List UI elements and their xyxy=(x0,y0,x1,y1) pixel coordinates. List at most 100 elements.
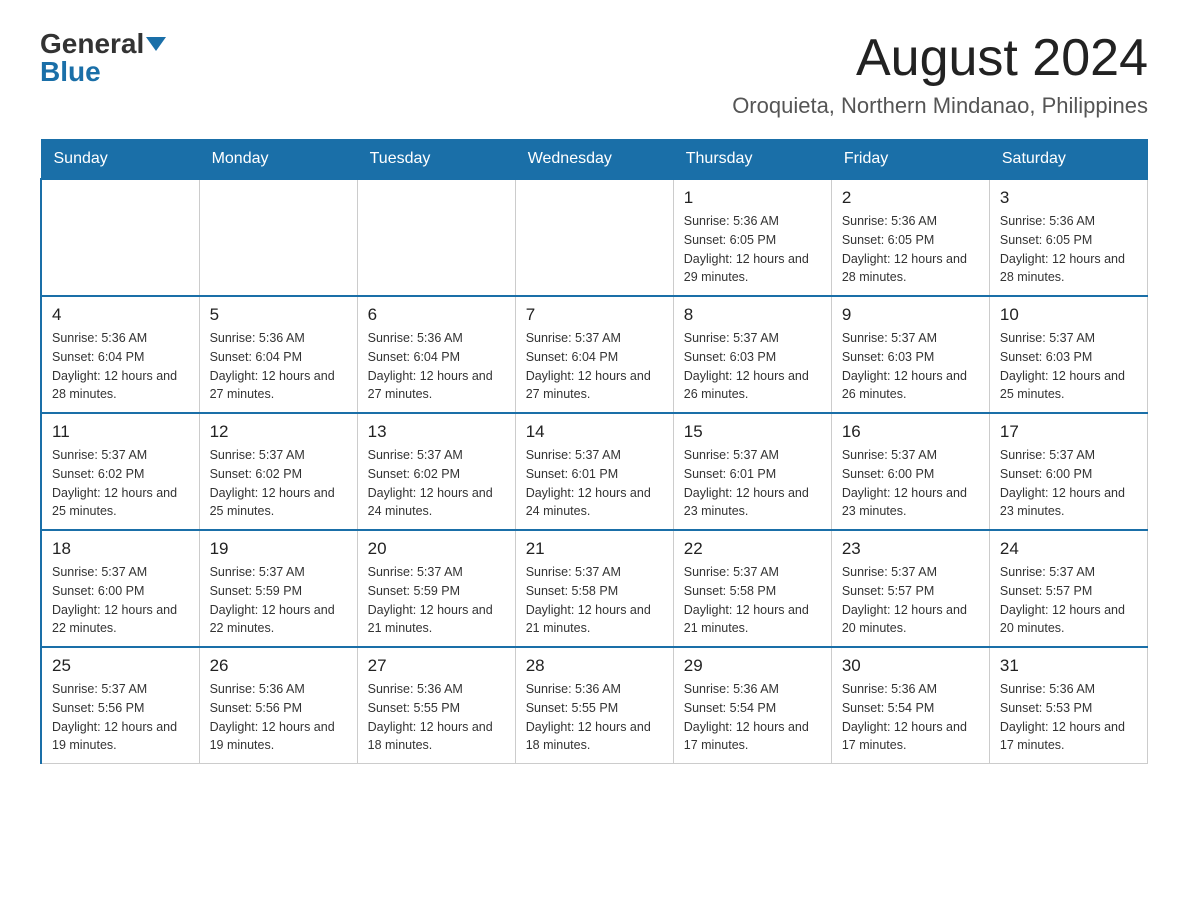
calendar-cell: 14 Sunrise: 5:37 AM Sunset: 6:01 PM Dayli… xyxy=(515,413,673,530)
day-info: Sunrise: 5:36 AM Sunset: 5:56 PM Dayligh… xyxy=(210,680,347,755)
day-info: Sunrise: 5:36 AM Sunset: 6:04 PM Dayligh… xyxy=(52,329,189,404)
calendar-cell: 6Sunrise: 5:36 AM Sunset: 6:04 PM Daylig… xyxy=(357,296,515,413)
calendar-week-2: 4Sunrise: 5:36 AM Sunset: 6:04 PM Daylig… xyxy=(41,296,1148,413)
header: General Blue August 2024 Oroquieta, Nort… xyxy=(40,30,1148,119)
logo-general-text: General xyxy=(40,30,144,58)
logo: General Blue xyxy=(40,30,166,86)
day-number: 30 xyxy=(842,656,979,676)
weekday-header-saturday: Saturday xyxy=(989,140,1147,180)
day-number: 10 xyxy=(1000,305,1137,325)
weekday-header-tuesday: Tuesday xyxy=(357,140,515,180)
calendar-cell: 27Sunrise: 5:36 AM Sunset: 5:55 PM Dayli… xyxy=(357,647,515,764)
day-number: 29 xyxy=(684,656,821,676)
day-info: Sunrise: 5:37 AM Sunset: 6:00 PM Dayligh… xyxy=(1000,446,1137,521)
header-row: SundayMondayTuesdayWednesdayThursdayFrid… xyxy=(41,140,1148,180)
calendar-cell: 23 Sunrise: 5:37 AM Sunset: 5:57 PM Dayli… xyxy=(831,530,989,647)
calendar-week-3: 11 Sunrise: 5:37 AM Sunset: 6:02 PM Dayli… xyxy=(41,413,1148,530)
day-info: Sunrise: 5:36 AM Sunset: 6:05 PM Dayligh… xyxy=(684,212,821,287)
day-number: 2 xyxy=(842,188,979,208)
month-title: August 2024 xyxy=(732,30,1148,87)
logo-blue-text: Blue xyxy=(40,58,101,86)
weekday-header-wednesday: Wednesday xyxy=(515,140,673,180)
calendar-cell: 18 Sunrise: 5:37 AM Sunset: 6:00 PM Dayli… xyxy=(41,530,199,647)
day-info: Sunrise: 5:37 AM Sunset: 6:03 PM Dayligh… xyxy=(684,329,821,404)
day-info: Sunrise: 5:37 AM Sunset: 6:03 PM Dayligh… xyxy=(1000,329,1137,404)
day-number: 31 xyxy=(1000,656,1137,676)
day-info: Sunrise: 5:37 AM Sunset: 6:00 PM Dayligh… xyxy=(52,563,189,638)
calendar-cell: 9 Sunrise: 5:37 AM Sunset: 6:03 PM Daylig… xyxy=(831,296,989,413)
calendar-cell: 10 Sunrise: 5:37 AM Sunset: 6:03 PM Dayli… xyxy=(989,296,1147,413)
day-number: 28 xyxy=(526,656,663,676)
weekday-header-friday: Friday xyxy=(831,140,989,180)
day-number: 5 xyxy=(210,305,347,325)
calendar-cell: 3 Sunrise: 5:36 AM Sunset: 6:05 PM Daylig… xyxy=(989,179,1147,296)
day-number: 17 xyxy=(1000,422,1137,442)
day-info: Sunrise: 5:37 AM Sunset: 6:02 PM Dayligh… xyxy=(52,446,189,521)
calendar-cell: 15 Sunrise: 5:37 AM Sunset: 6:01 PM Dayli… xyxy=(673,413,831,530)
calendar-body: 1Sunrise: 5:36 AM Sunset: 6:05 PM Daylig… xyxy=(41,179,1148,764)
day-info: Sunrise: 5:37 AM Sunset: 5:59 PM Dayligh… xyxy=(368,563,505,638)
calendar-cell: 30Sunrise: 5:36 AM Sunset: 5:54 PM Dayli… xyxy=(831,647,989,764)
calendar-cell: 12Sunrise: 5:37 AM Sunset: 6:02 PM Dayli… xyxy=(199,413,357,530)
calendar-cell: 13Sunrise: 5:37 AM Sunset: 6:02 PM Dayli… xyxy=(357,413,515,530)
calendar-cell xyxy=(515,179,673,296)
calendar-cell: 11 Sunrise: 5:37 AM Sunset: 6:02 PM Dayli… xyxy=(41,413,199,530)
day-number: 27 xyxy=(368,656,505,676)
calendar-week-1: 1Sunrise: 5:36 AM Sunset: 6:05 PM Daylig… xyxy=(41,179,1148,296)
day-number: 8 xyxy=(684,305,821,325)
day-info: Sunrise: 5:37 AM Sunset: 6:01 PM Dayligh… xyxy=(684,446,821,521)
day-info: Sunrise: 5:36 AM Sunset: 6:05 PM Dayligh… xyxy=(1000,212,1137,287)
day-info: Sunrise: 5:37 AM Sunset: 5:57 PM Dayligh… xyxy=(1000,563,1137,638)
day-info: Sunrise: 5:37 AM Sunset: 5:59 PM Dayligh… xyxy=(210,563,347,638)
day-info: Sunrise: 5:36 AM Sunset: 5:55 PM Dayligh… xyxy=(526,680,663,755)
calendar-cell: 17 Sunrise: 5:37 AM Sunset: 6:00 PM Dayli… xyxy=(989,413,1147,530)
day-info: Sunrise: 5:37 AM Sunset: 5:56 PM Dayligh… xyxy=(52,680,189,755)
day-number: 14 xyxy=(526,422,663,442)
calendar-cell: 4Sunrise: 5:36 AM Sunset: 6:04 PM Daylig… xyxy=(41,296,199,413)
day-info: Sunrise: 5:37 AM Sunset: 5:58 PM Dayligh… xyxy=(684,563,821,638)
day-info: Sunrise: 5:37 AM Sunset: 6:02 PM Dayligh… xyxy=(368,446,505,521)
day-number: 24 xyxy=(1000,539,1137,559)
day-number: 21 xyxy=(526,539,663,559)
day-info: Sunrise: 5:36 AM Sunset: 5:53 PM Dayligh… xyxy=(1000,680,1137,755)
calendar-cell: 31 Sunrise: 5:36 AM Sunset: 5:53 PM Dayli… xyxy=(989,647,1147,764)
calendar-cell: 20Sunrise: 5:37 AM Sunset: 5:59 PM Dayli… xyxy=(357,530,515,647)
calendar-week-5: 25Sunrise: 5:37 AM Sunset: 5:56 PM Dayli… xyxy=(41,647,1148,764)
day-info: Sunrise: 5:37 AM Sunset: 5:58 PM Dayligh… xyxy=(526,563,663,638)
calendar-cell xyxy=(41,179,199,296)
calendar-cell: 29 Sunrise: 5:36 AM Sunset: 5:54 PM Dayli… xyxy=(673,647,831,764)
day-info: Sunrise: 5:37 AM Sunset: 6:00 PM Dayligh… xyxy=(842,446,979,521)
day-info: Sunrise: 5:37 AM Sunset: 5:57 PM Dayligh… xyxy=(842,563,979,638)
location-title: Oroquieta, Northern Mindanao, Philippine… xyxy=(732,93,1148,119)
day-info: Sunrise: 5:37 AM Sunset: 6:04 PM Dayligh… xyxy=(526,329,663,404)
logo-triangle-icon xyxy=(146,37,166,51)
day-number: 15 xyxy=(684,422,821,442)
day-number: 23 xyxy=(842,539,979,559)
day-number: 26 xyxy=(210,656,347,676)
day-info: Sunrise: 5:37 AM Sunset: 6:01 PM Dayligh… xyxy=(526,446,663,521)
title-area: August 2024 Oroquieta, Northern Mindanao… xyxy=(732,30,1148,119)
weekday-header-thursday: Thursday xyxy=(673,140,831,180)
day-info: Sunrise: 5:36 AM Sunset: 5:54 PM Dayligh… xyxy=(684,680,821,755)
day-info: Sunrise: 5:36 AM Sunset: 6:04 PM Dayligh… xyxy=(210,329,347,404)
day-info: Sunrise: 5:37 AM Sunset: 6:02 PM Dayligh… xyxy=(210,446,347,521)
calendar-cell: 8 Sunrise: 5:37 AM Sunset: 6:03 PM Daylig… xyxy=(673,296,831,413)
calendar-cell: 7 Sunrise: 5:37 AM Sunset: 6:04 PM Daylig… xyxy=(515,296,673,413)
calendar-cell: 26 Sunrise: 5:36 AM Sunset: 5:56 PM Dayli… xyxy=(199,647,357,764)
calendar-cell: 16Sunrise: 5:37 AM Sunset: 6:00 PM Dayli… xyxy=(831,413,989,530)
day-number: 18 xyxy=(52,539,189,559)
day-info: Sunrise: 5:36 AM Sunset: 6:04 PM Dayligh… xyxy=(368,329,505,404)
day-number: 7 xyxy=(526,305,663,325)
day-number: 19 xyxy=(210,539,347,559)
weekday-header-monday: Monday xyxy=(199,140,357,180)
weekday-header-sunday: Sunday xyxy=(41,140,199,180)
day-number: 11 xyxy=(52,422,189,442)
calendar-cell: 28 Sunrise: 5:36 AM Sunset: 5:55 PM Dayli… xyxy=(515,647,673,764)
calendar-header: SundayMondayTuesdayWednesdayThursdayFrid… xyxy=(41,140,1148,180)
calendar-cell: 21 Sunrise: 5:37 AM Sunset: 5:58 PM Dayli… xyxy=(515,530,673,647)
day-number: 9 xyxy=(842,305,979,325)
calendar-cell: 19 Sunrise: 5:37 AM Sunset: 5:59 PM Dayli… xyxy=(199,530,357,647)
day-info: Sunrise: 5:37 AM Sunset: 6:03 PM Dayligh… xyxy=(842,329,979,404)
day-number: 22 xyxy=(684,539,821,559)
day-number: 3 xyxy=(1000,188,1137,208)
